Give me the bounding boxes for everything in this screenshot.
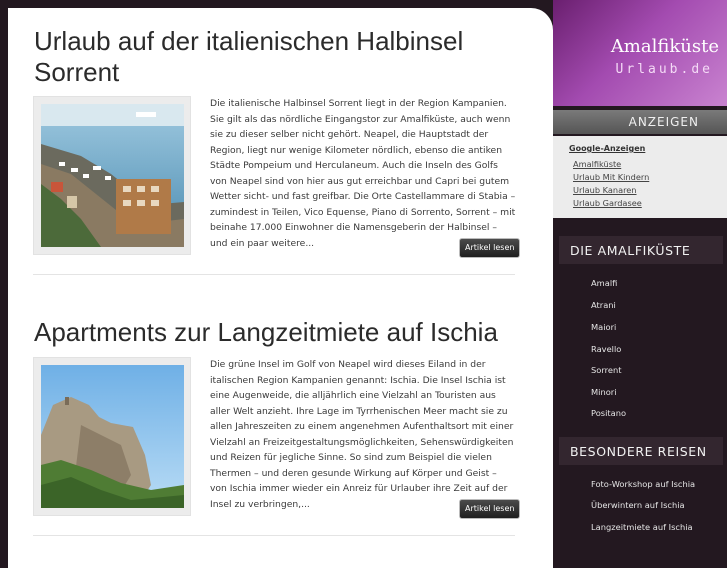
post-title[interactable]: Apartments zur Langzeitmiete auf Ischia: [34, 317, 498, 348]
post-divider: [33, 535, 515, 536]
sidebar-link-amalfi[interactable]: Amalfi: [591, 278, 617, 288]
sidebar: Amalfiküste Urlaub.de ANZEIGEN Google-An…: [553, 0, 727, 545]
post-excerpt: Die italienische Halbinsel Sorrent liegt…: [210, 98, 516, 249]
ischia-rock-photo: [41, 365, 184, 508]
ad-link[interactable]: Amalfiküste: [573, 159, 621, 169]
post-title-line: Urlaub auf der italienischen Halbinsel: [34, 26, 464, 56]
sorrento-harbor-photo: [41, 104, 184, 247]
logo-subtitle: Urlaub.de: [615, 62, 713, 77]
ads-header-label: ANZEIGEN: [628, 115, 699, 129]
post-thumbnail-ischia[interactable]: [33, 357, 191, 516]
main-content: Urlaub auf der italienischen Halbinsel S…: [8, 8, 553, 568]
post-title[interactable]: Urlaub auf der italienischen Halbinsel S…: [34, 26, 463, 88]
ad-link[interactable]: Urlaub Mit Kindern: [573, 172, 649, 182]
ad-link[interactable]: Urlaub Gardasee: [573, 198, 642, 208]
sidebar-link-ravello[interactable]: Ravello: [591, 344, 621, 354]
sidebar-link-atrani[interactable]: Atrani: [591, 300, 616, 310]
sidebar-link-minori[interactable]: Minori: [591, 387, 617, 397]
post-title-line: Sorrent: [34, 57, 120, 87]
ads-header: ANZEIGEN: [553, 110, 727, 134]
ads-box: Google-Anzeigen Amalfiküste Urlaub Mit K…: [553, 136, 727, 218]
read-more-button[interactable]: Artikel lesen: [459, 499, 521, 519]
google-ads-link[interactable]: Google-Anzeigen: [569, 144, 645, 153]
section-header-amalfi: DIE AMALFIKÜSTE: [559, 236, 723, 264]
section-header-reisen: BESONDERE REISEN: [559, 437, 723, 465]
post-thumbnail-sorrento[interactable]: [33, 96, 191, 255]
sidebar-link-sorrent[interactable]: Sorrent: [591, 365, 621, 375]
post-excerpt: Die grüne Insel im Golf von Neapel wird …: [210, 359, 514, 510]
read-more-button[interactable]: Artikel lesen: [459, 238, 521, 258]
sidebar-link-langzeitmiete[interactable]: Langzeitmiete auf Ischia: [591, 522, 693, 532]
post-divider: [33, 274, 515, 275]
section-title: BESONDERE REISEN: [570, 444, 707, 459]
site-logo[interactable]: Amalfiküste Urlaub.de: [553, 0, 727, 106]
sidebar-link-maiori[interactable]: Maiori: [591, 322, 616, 332]
section-title: DIE AMALFIKÜSTE: [570, 243, 691, 258]
post-title-line: Apartments zur Langzeitmiete auf Ischia: [34, 317, 498, 347]
sidebar-link-foto-workshop[interactable]: Foto-Workshop auf Ischia: [591, 479, 695, 489]
sidebar-link-ueberwintern[interactable]: Überwintern auf Ischia: [591, 500, 685, 510]
logo-title: Amalfiküste: [610, 36, 719, 57]
ad-link[interactable]: Urlaub Kanaren: [573, 185, 637, 195]
sidebar-link-positano[interactable]: Positano: [591, 408, 626, 418]
